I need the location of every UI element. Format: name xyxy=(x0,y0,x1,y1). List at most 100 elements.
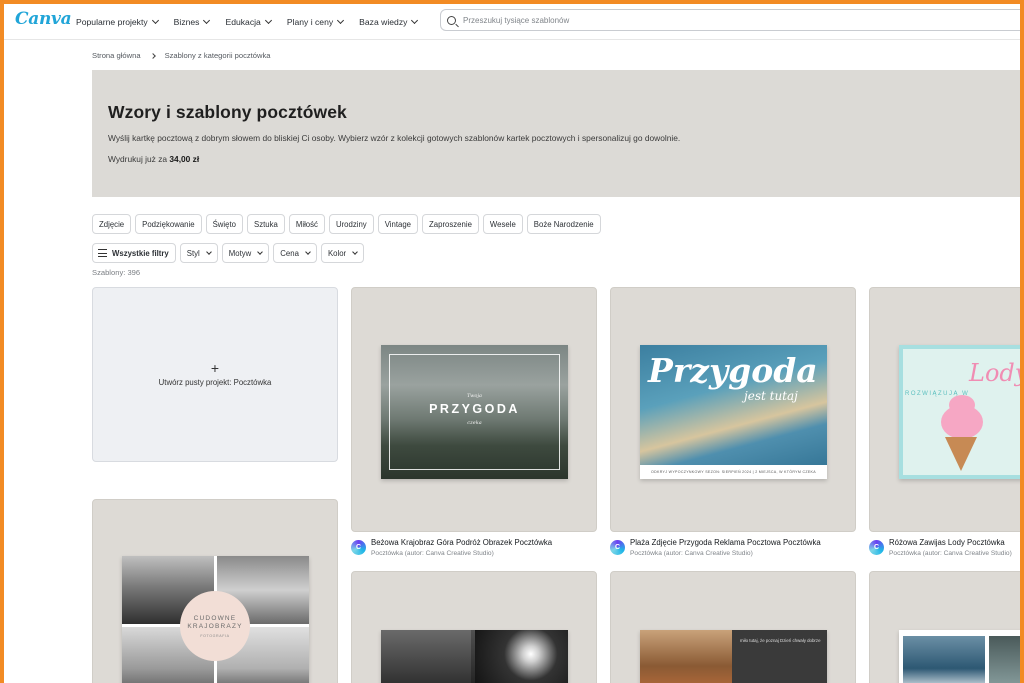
thumbnail-text: jest tutaj xyxy=(744,389,798,403)
hero-price: Wydrukuj już za 34,00 zł xyxy=(108,154,199,164)
template-count: Szablony: 396 xyxy=(92,268,141,277)
title-badge: CUDOWNE KRAJOBRAZY FOTOGRAFIA xyxy=(180,591,250,661)
search-icon xyxy=(447,15,456,25)
photo-tile xyxy=(903,636,985,683)
page-title: Wzory i szablony pocztówek xyxy=(108,102,347,122)
chip-vintage[interactable]: Vintage xyxy=(377,214,419,234)
collage-title-2: KRAJOBRAZY xyxy=(187,622,243,630)
template-meta: C Różowa Zawijas Lody Pocztówka Pocztówk… xyxy=(869,538,1012,557)
template-title[interactable]: Różowa Zawijas Lody Pocztówka xyxy=(889,538,1012,547)
template-card-sea[interactable] xyxy=(869,571,1020,683)
template-thumbnail: Lody ROZWIĄZUJĄ W xyxy=(899,345,1020,479)
nav-label: Plany i ceny xyxy=(286,17,334,27)
all-filters-label: Wszystkie filtry xyxy=(112,248,169,258)
chip-urodziny[interactable]: Urodziny xyxy=(328,214,374,234)
chip-swieto[interactable]: Święto xyxy=(205,214,243,234)
template-card-mountain[interactable]: Twoja PRZYGODA czeka xyxy=(351,287,597,532)
template-thumbnail xyxy=(381,630,568,683)
all-filters-button[interactable]: Wszystkie filtry xyxy=(92,243,176,263)
filter-style[interactable]: Styl xyxy=(179,243,218,263)
filter-price[interactable]: Cena xyxy=(273,243,317,263)
chevron-down-icon xyxy=(203,16,211,25)
icecream-scoop xyxy=(949,395,975,415)
thumbnail-text: Przygoda xyxy=(648,351,818,390)
nav-label: Edukacja xyxy=(225,17,261,27)
search-input[interactable] xyxy=(463,15,863,25)
template-thumbnail: CUDOWNE KRAJOBRAZY FOTOGRAFIA xyxy=(122,556,309,683)
chip-boze-narodzenie[interactable]: Boże Narodzenie xyxy=(526,214,601,234)
thumbnail-text: Lody xyxy=(969,359,1020,387)
chevron-down-icon xyxy=(205,249,212,255)
author-avatar: C xyxy=(869,540,884,555)
filter-theme[interactable]: Motyw xyxy=(221,243,270,263)
chevron-down-icon xyxy=(337,16,345,25)
template-author: Pocztówka (autor: Canva Creative Studio) xyxy=(371,550,494,557)
chip-milosc[interactable]: Miłość xyxy=(288,214,325,234)
breadcrumb: Strona główna Szablony z kategorii poczt… xyxy=(92,51,271,60)
template-card-beach[interactable]: Przygoda jest tutaj ODKRYJ WYPOCZYNKOWY … xyxy=(610,287,856,532)
chevron-down-icon xyxy=(352,249,358,255)
thumbnail-text: miło tutaj, że poznaj Dzień chwały dobrz… xyxy=(740,638,821,643)
chevron-down-icon xyxy=(257,249,264,255)
template-author: Pocztówka (autor: Canva Creative Studio) xyxy=(889,550,1012,557)
template-title[interactable]: Beżowa Krajobraz Góra Podróż Obrazek Poc… xyxy=(371,538,552,547)
nav-label: Biznes xyxy=(173,17,200,27)
template-card-hat[interactable]: miło tutaj, że poznaj Dzień chwały dobrz… xyxy=(610,571,856,683)
hero-banner: Wzory i szablony pocztówek Wyślij kartkę… xyxy=(92,70,1020,197)
nav-knowledge-base[interactable]: Baza wiedzy xyxy=(359,16,419,27)
nav-business[interactable]: Biznes xyxy=(173,16,211,27)
breadcrumb-home-link[interactable]: Strona główna xyxy=(92,51,141,60)
photo-tile xyxy=(381,630,471,683)
chip-zaproszenie[interactable]: Zaproszenie xyxy=(422,214,479,234)
chip-podziekowanie[interactable]: Podziękowanie xyxy=(135,214,202,234)
collage-subtitle: FOTOGRAFIA xyxy=(200,633,230,638)
thumbnail-text: czeka xyxy=(467,420,482,426)
template-card-collage[interactable]: CUDOWNE KRAJOBRAZY FOTOGRAFIA xyxy=(92,499,338,683)
filter-label: Kolor xyxy=(327,248,347,258)
filter-color[interactable]: Kolor xyxy=(320,243,365,263)
template-title[interactable]: Plaża Zdjęcie Przygoda Reklama Pocztowa … xyxy=(630,538,821,547)
template-card-dark[interactable] xyxy=(351,571,597,683)
nav-label: Baza wiedzy xyxy=(359,17,408,27)
filter-label: Cena xyxy=(280,248,299,258)
nav-label: Popularne projekty xyxy=(76,17,148,27)
chevron-down-icon xyxy=(305,249,311,255)
hero-description: Wyślij kartkę pocztową z dobrym słowem d… xyxy=(108,133,681,143)
chevron-down-icon xyxy=(264,16,272,25)
create-blank-card[interactable]: + Utwórz pusty projekt: Pocztówka xyxy=(92,287,338,462)
chip-wesele[interactable]: Wesele xyxy=(482,214,523,234)
author-avatar: C xyxy=(351,540,366,555)
template-thumbnail: Przygoda jest tutaj ODKRYJ WYPOCZYNKOWY … xyxy=(640,345,827,479)
browser-page: Canva Popularne projekty Biznes Edukacja… xyxy=(4,4,1020,683)
filter-label: Styl xyxy=(186,248,200,258)
template-thumbnail: Twoja PRZYGODA czeka xyxy=(381,345,568,479)
thumbnail-text: Twoja xyxy=(467,393,482,399)
photo-tile xyxy=(475,630,568,683)
template-thumbnail: miło tutaj, że poznaj Dzień chwały dobrz… xyxy=(640,630,827,683)
chip-zdjecie[interactable]: Zdjęcie xyxy=(92,214,132,234)
main-nav: Popularne projekty Biznes Edukacja Plany… xyxy=(76,4,419,40)
nav-education[interactable]: Edukacja xyxy=(225,16,272,27)
sliders-icon xyxy=(98,249,107,258)
category-chips: Zdjęcie Podziękowanie Święto Sztuka Miło… xyxy=(92,214,601,234)
template-card-icecream[interactable]: Lody ROZWIĄZUJĄ W xyxy=(869,287,1020,532)
photo-tile xyxy=(989,636,1020,683)
template-meta: C Beżowa Krajobraz Góra Podróż Obrazek P… xyxy=(351,538,552,557)
filter-label: Motyw xyxy=(228,248,252,258)
nav-plans-pricing[interactable]: Plany i ceny xyxy=(286,16,345,27)
canva-logo[interactable]: Canva xyxy=(15,9,72,29)
top-header: Canva Popularne projekty Biznes Edukacja… xyxy=(4,4,1020,40)
template-thumbnail xyxy=(899,630,1020,683)
price-value: 34,00 zł xyxy=(169,154,200,164)
search-bar[interactable] xyxy=(440,9,1020,31)
create-blank-label: Utwórz pusty projekt: Pocztówka xyxy=(158,378,272,387)
breadcrumb-current: Szablony z kategorii pocztówka xyxy=(164,51,271,60)
thumbnail-text: PRZYGODA xyxy=(429,402,520,416)
chevron-down-icon xyxy=(411,16,419,25)
author-avatar: C xyxy=(610,540,625,555)
chip-sztuka[interactable]: Sztuka xyxy=(247,214,285,234)
template-author: Pocztówka (autor: Canva Creative Studio) xyxy=(630,550,753,557)
nav-popular-projects[interactable]: Popularne projekty xyxy=(76,16,159,27)
price-prefix: Wydrukuj już za xyxy=(108,154,168,164)
collage-title-1: CUDOWNE xyxy=(193,614,237,622)
